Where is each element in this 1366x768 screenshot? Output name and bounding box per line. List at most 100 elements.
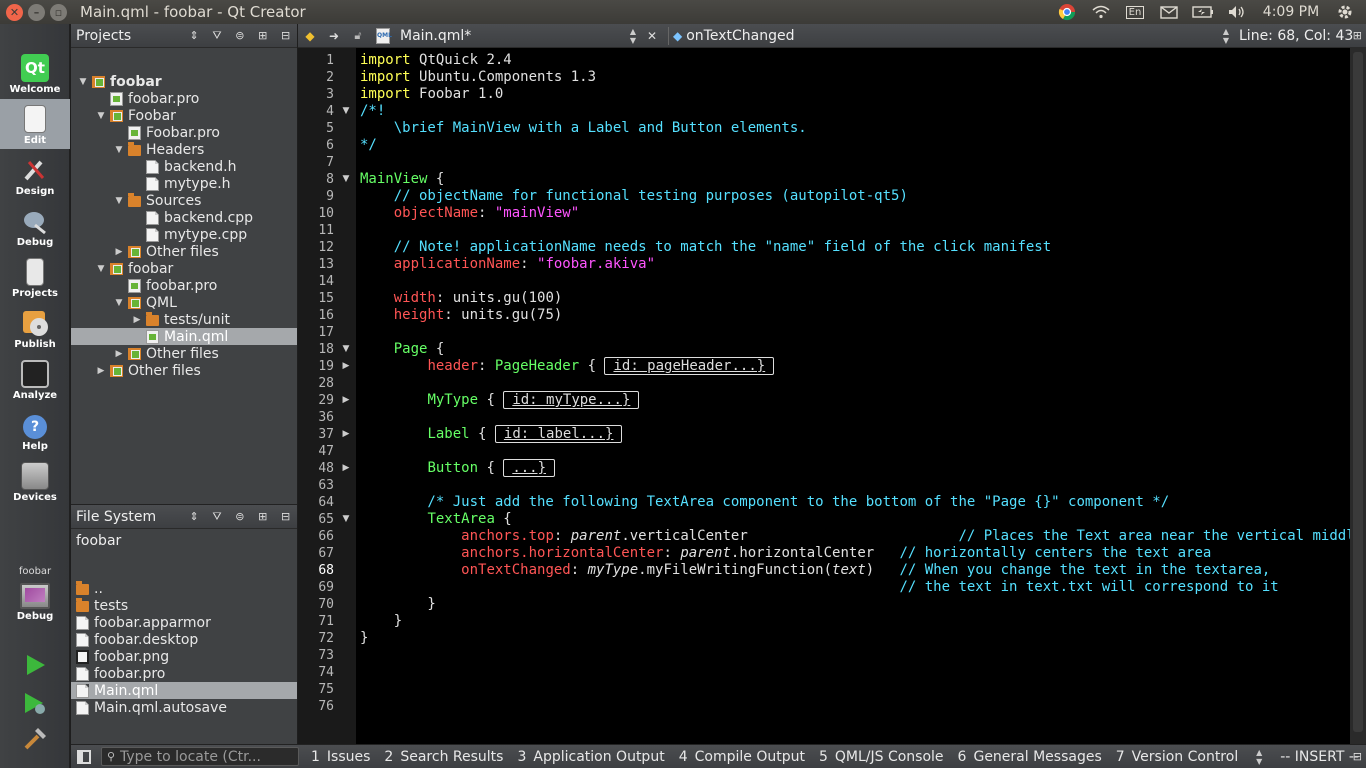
fold-expanded-icon[interactable]: ▼ bbox=[340, 341, 352, 358]
locator-input[interactable]: ⚲ Type to locate (Ctr... bbox=[101, 747, 299, 766]
fold-expanded-icon[interactable]: ▼ bbox=[340, 171, 352, 188]
code-line[interactable]: } bbox=[360, 630, 368, 647]
wifi-icon[interactable] bbox=[1090, 3, 1112, 21]
output-tab[interactable]: 3 Application Output bbox=[517, 749, 664, 765]
output-tab[interactable]: 2 Search Results bbox=[384, 749, 503, 765]
close-panel-icon[interactable]: ⊟ bbox=[274, 510, 297, 523]
chrome-icon[interactable] bbox=[1056, 3, 1078, 21]
mode-projects[interactable]: Projects bbox=[0, 252, 70, 302]
folded-block-marker[interactable]: id: myType...} bbox=[503, 391, 640, 409]
code-area[interactable]: import QtQuick 2.4 import Ubuntu.Componen… bbox=[356, 48, 1363, 744]
maximize-output-icon[interactable]: ⊟ bbox=[1353, 750, 1362, 763]
code-line[interactable]: */ bbox=[360, 137, 377, 154]
settings-gear-icon[interactable] bbox=[1334, 3, 1356, 21]
code-line[interactable]: MainView { bbox=[360, 171, 444, 188]
project-tree-item[interactable]: mytype.h bbox=[71, 175, 297, 192]
mode-publish[interactable]: Publish bbox=[0, 303, 70, 353]
code-line[interactable]: onTextChanged: myType.myFileWritingFunct… bbox=[360, 562, 1270, 579]
open-documents-combo[interactable]: QML Main.qml* ▲ ▼ bbox=[370, 27, 640, 45]
folded-block-marker[interactable]: id: pageHeader...} bbox=[604, 357, 775, 375]
code-line[interactable]: Label { id: label...} bbox=[360, 425, 623, 443]
scrollbar-thumb[interactable] bbox=[1353, 52, 1363, 732]
filesystem-path[interactable]: foobar bbox=[76, 533, 121, 549]
mode-edit[interactable]: Edit bbox=[0, 99, 70, 149]
mail-icon[interactable] bbox=[1158, 3, 1180, 21]
project-tree-item[interactable]: backend.h bbox=[71, 158, 297, 175]
code-line[interactable]: objectName: "mainView" bbox=[360, 205, 579, 222]
expanded-arrow-icon[interactable]: ▼ bbox=[113, 298, 125, 308]
project-tree-item[interactable]: Foobar.pro bbox=[71, 124, 297, 141]
project-tree-item[interactable]: ▼ foobar bbox=[71, 260, 297, 277]
filter-icon[interactable]: ⛛ bbox=[206, 510, 229, 524]
project-tree-item[interactable]: Main.qml bbox=[71, 328, 297, 345]
collapsed-arrow-icon[interactable]: ▶ bbox=[131, 315, 143, 325]
filesystem-item[interactable]: foobar.pro bbox=[71, 665, 297, 682]
view-switch-arrows-icon[interactable]: ⇕ bbox=[183, 29, 206, 42]
project-tree-item[interactable]: ▶ Other files bbox=[71, 243, 297, 260]
split-icon[interactable]: ⊞ bbox=[251, 29, 274, 42]
project-tree-item[interactable]: backend.cpp bbox=[71, 209, 297, 226]
link-editor-icon[interactable]: ⊜ bbox=[228, 29, 251, 42]
code-line[interactable]: import Ubuntu.Components 1.3 bbox=[360, 69, 596, 86]
split-editor-icon[interactable]: ⊞ bbox=[1353, 29, 1362, 42]
code-line[interactable]: /*! bbox=[360, 103, 385, 120]
project-tree-item[interactable]: mytype.cpp bbox=[71, 226, 297, 243]
output-tab[interactable]: 1 Issues bbox=[311, 749, 370, 765]
fold-collapsed-icon[interactable]: ▶ bbox=[340, 426, 352, 443]
build-button[interactable] bbox=[22, 726, 48, 752]
code-line[interactable]: Page { bbox=[360, 341, 445, 358]
filesystem-item[interactable]: Main.qml.autosave bbox=[71, 699, 297, 716]
code-line[interactable]: \brief MainView with a Label and Button … bbox=[360, 120, 807, 137]
maximize-window-button[interactable]: ▫ bbox=[50, 3, 67, 21]
project-tree-item[interactable]: ▼ QML bbox=[71, 294, 297, 311]
project-tree-item[interactable]: ▶ tests/unit bbox=[71, 311, 297, 328]
code-line[interactable]: TextArea { bbox=[360, 511, 511, 528]
project-tree-item[interactable]: ▼ Headers bbox=[71, 141, 297, 158]
expanded-arrow-icon[interactable]: ▼ bbox=[77, 77, 89, 87]
code-line[interactable]: } bbox=[360, 613, 402, 630]
expanded-arrow-icon[interactable]: ▼ bbox=[113, 196, 125, 206]
code-line[interactable]: // Note! applicationName needs to match … bbox=[360, 239, 1051, 256]
fold-collapsed-icon[interactable]: ▶ bbox=[340, 358, 352, 375]
filesystem-item[interactable]: foobar.png bbox=[71, 648, 297, 665]
fold-collapsed-icon[interactable]: ▶ bbox=[340, 460, 352, 477]
project-tree-item[interactable]: ▼ Foobar bbox=[71, 107, 297, 124]
expanded-arrow-icon[interactable]: ▼ bbox=[95, 264, 107, 274]
code-line[interactable]: MyType { id: myType...} bbox=[360, 391, 640, 409]
close-panel-icon[interactable]: ⊟ bbox=[274, 29, 297, 42]
code-line[interactable]: height: units.gu(75) bbox=[360, 307, 563, 324]
minimize-window-button[interactable]: – bbox=[28, 3, 45, 21]
code-line[interactable]: // objectName for functional testing pur… bbox=[360, 188, 908, 205]
code-line[interactable]: anchors.horizontalCenter: parent.horizon… bbox=[360, 545, 1211, 562]
lock-icon[interactable]: 🔓︎ bbox=[346, 29, 370, 43]
split-icon[interactable]: ⊞ bbox=[251, 510, 274, 523]
kit-selector[interactable]: foobar Debug bbox=[0, 564, 70, 654]
code-line[interactable]: /* Just add the following TextArea compo… bbox=[360, 494, 1169, 511]
filesystem-item[interactable]: Main.qml bbox=[71, 682, 297, 699]
project-tree-item[interactable]: foobar.pro bbox=[71, 277, 297, 294]
filesystem-item[interactable]: foobar.desktop bbox=[71, 631, 297, 648]
expanded-arrow-icon[interactable]: ▼ bbox=[113, 145, 125, 155]
output-tab[interactable]: 6 General Messages bbox=[958, 749, 1102, 765]
mode-debug[interactable]: Debug bbox=[0, 201, 70, 251]
close-window-button[interactable]: ✕ bbox=[6, 3, 23, 21]
project-tree-item[interactable]: ▼ foobar bbox=[71, 73, 297, 90]
project-tree-item[interactable]: ▶ Other files bbox=[71, 362, 297, 379]
code-line[interactable]: Button { ...} bbox=[360, 459, 556, 477]
run-button[interactable] bbox=[22, 652, 48, 678]
collapsed-arrow-icon[interactable]: ▶ bbox=[95, 366, 107, 376]
tabs-overflow-arrows-icon[interactable]: ▲ ▼ bbox=[1252, 748, 1266, 766]
link-editor-icon[interactable]: ⊜ bbox=[228, 510, 251, 523]
battery-icon[interactable] bbox=[1192, 3, 1214, 21]
code-line[interactable]: width: units.gu(100) bbox=[360, 290, 563, 307]
fold-collapsed-icon[interactable]: ▶ bbox=[340, 392, 352, 409]
project-tree-item[interactable]: foobar.pro bbox=[71, 90, 297, 107]
collapsed-arrow-icon[interactable]: ▶ bbox=[113, 247, 125, 257]
output-tab[interactable]: 5 QML/JS Console bbox=[819, 749, 944, 765]
code-line[interactable]: anchors.top: parent.verticalCenter // Pl… bbox=[360, 528, 1363, 545]
debug-run-button[interactable] bbox=[22, 690, 48, 716]
mode-analyze[interactable]: Analyze bbox=[0, 354, 70, 404]
project-tree-item[interactable]: ▶ Other files bbox=[71, 345, 297, 362]
output-tab[interactable]: 7 Version Control bbox=[1116, 749, 1238, 765]
navigate-back-icon[interactable]: ◆ bbox=[298, 29, 322, 43]
